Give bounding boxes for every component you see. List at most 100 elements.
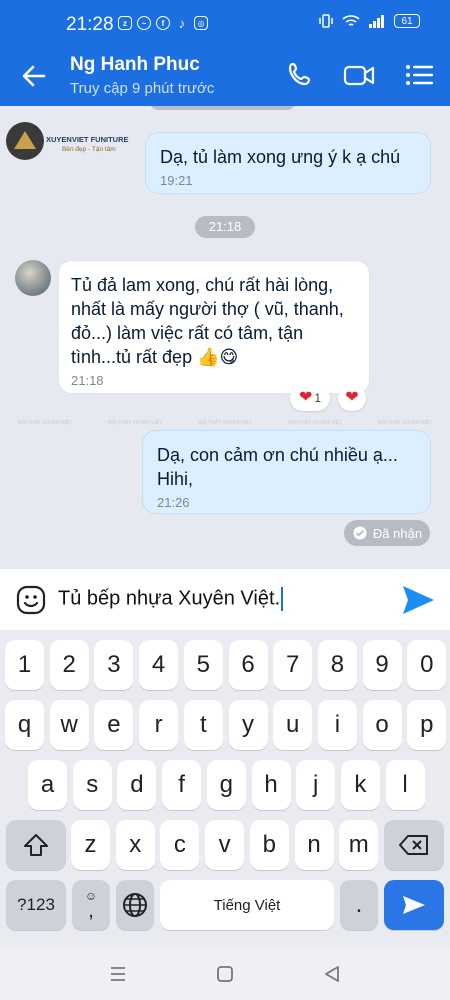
key-a[interactable]: a (28, 760, 67, 810)
key-4[interactable]: 4 (139, 640, 179, 690)
message-bubble-incoming[interactable]: Tủ đả lam xong, chú rất hài lòng, nhất l… (58, 260, 370, 394)
key-k[interactable]: k (340, 760, 380, 810)
message-bubble-outgoing[interactable]: Dạ, tủ làm xong ưng ý k ạ chú 19:21 (145, 132, 431, 194)
back-arrow-icon[interactable] (18, 60, 50, 92)
facebook-app-icon: f (156, 16, 170, 30)
battery-icon: 61 (394, 14, 420, 28)
reaction-heart-count[interactable]: ❤ 1 (290, 385, 330, 411)
messenger-app-icon: ~ (137, 16, 151, 30)
key-u[interactable]: u (273, 700, 313, 750)
key-m[interactable]: m (339, 820, 379, 870)
status-indicators: 61 (318, 14, 420, 28)
chat-messages[interactable]: XUYENVIET FUNITURE Bền đẹp - Tận tâm Dạ,… (0, 106, 450, 568)
contact-avatar[interactable] (15, 260, 51, 296)
key-q[interactable]: q (5, 700, 44, 750)
delivered-label: Đã nhận (372, 525, 423, 541)
message-bubble-outgoing[interactable]: Dạ, con cảm ơn chú nhiều ạ... Hihi, 21:2… (142, 430, 431, 514)
message-input[interactable]: Tủ bếp nhựa Xuyên Việt. (58, 587, 284, 611)
language-key[interactable] (116, 880, 154, 930)
vibrate-icon (319, 14, 333, 28)
phone-icon[interactable] (284, 60, 318, 90)
key-8[interactable]: 8 (317, 640, 357, 690)
date-separator: 21:18 (195, 216, 255, 238)
key-v[interactable]: v (205, 820, 245, 870)
key-n[interactable]: n (294, 820, 334, 870)
key-c[interactable]: c (160, 820, 200, 870)
home-icon[interactable] (215, 964, 235, 984)
globe-icon (123, 893, 147, 917)
key-w[interactable]: w (49, 700, 89, 750)
heart-icon: ❤ (345, 389, 359, 406)
previous-message-pill (150, 106, 295, 110)
menu-list-icon[interactable] (402, 60, 436, 90)
watermark-text: NỘI THẤT XUYÊN VIỆT (377, 420, 433, 426)
status-app-icons: z ~ f ♪ ◎ (118, 15, 208, 31)
key-o[interactable]: o (362, 700, 402, 750)
key-9[interactable]: 9 (362, 640, 402, 690)
key-t[interactable]: t (183, 700, 223, 750)
reaction-heart-button[interactable]: ❤ (338, 385, 366, 411)
on-screen-keyboard: 1234567890 qwertyuiop asdfghjkl zxcvbnm … (0, 630, 450, 948)
heart-icon: ❤ (298, 389, 313, 406)
key-h[interactable]: h (251, 760, 291, 810)
back-triangle-icon[interactable] (322, 964, 342, 984)
send-arrow-icon[interactable] (400, 583, 436, 617)
space-key[interactable]: Tiếng Việt (160, 880, 334, 930)
delivered-status: Đã nhận (344, 520, 430, 546)
recent-apps-icon[interactable] (108, 964, 128, 984)
key-5[interactable]: 5 (183, 640, 223, 690)
double-check-icon (353, 526, 367, 540)
zalo-app-icon: z (118, 16, 132, 30)
key-g[interactable]: g (206, 760, 246, 810)
shift-key[interactable] (6, 820, 66, 870)
chat-header: Ng Hanh Phuc Truy cập 9 phút trước (0, 44, 450, 106)
system-navigation-bar (0, 948, 450, 1000)
emoji-sticker-icon[interactable] (16, 585, 46, 615)
shift-arrow-icon (24, 834, 48, 856)
comma-key[interactable]: ☺ , (72, 880, 110, 930)
key-7[interactable]: 7 (273, 640, 313, 690)
reaction-count: 1 (314, 391, 322, 405)
backspace-key[interactable] (384, 820, 444, 870)
message-text: Dạ, con cảm ơn chú nhiều ạ... Hihi, (157, 445, 398, 489)
key-3[interactable]: 3 (94, 640, 134, 690)
keyboard-send-key[interactable] (384, 880, 444, 930)
key-d[interactable]: d (117, 760, 157, 810)
key-p[interactable]: p (407, 700, 447, 750)
watermark-text: NỘI THẤT XUYÊN VIỆT (287, 420, 343, 426)
xuyenviet-logo: XUYENVIET FUNITURE Bền đẹp - Tận tâm (6, 122, 129, 166)
symbols-key[interactable]: ?123 (6, 880, 66, 930)
contact-name[interactable]: Ng Hanh Phuc (70, 54, 200, 76)
key-6[interactable]: 6 (228, 640, 268, 690)
watermark-text: NỘI THẤT XUYÊN VIỆT (17, 420, 73, 426)
key-r[interactable]: r (139, 700, 179, 750)
logo-tagline: Bền đẹp - Tận tâm (62, 146, 116, 153)
key-l[interactable]: l (385, 760, 425, 810)
key-e[interactable]: e (94, 700, 134, 750)
key-y[interactable]: y (228, 700, 268, 750)
logo-badge (6, 122, 44, 160)
key-z[interactable]: z (71, 820, 110, 870)
wifi-icon (342, 15, 360, 26)
key-i[interactable]: i (317, 700, 357, 750)
key-j[interactable]: j (296, 760, 336, 810)
key-x[interactable]: x (115, 820, 155, 870)
key-0[interactable]: 0 (407, 640, 447, 690)
watermark-text: NỘI THẤT XUYÊN VIỆT (197, 420, 253, 426)
key-f[interactable]: f (162, 760, 202, 810)
message-time: 21:26 (157, 495, 190, 510)
backspace-icon (399, 835, 428, 855)
tiktok-app-icon: ♪ (178, 15, 186, 31)
send-arrow-icon (403, 896, 425, 914)
message-composer: Tủ bếp nhựa Xuyên Việt. (0, 568, 450, 630)
key-s[interactable]: s (72, 760, 112, 810)
video-call-icon[interactable] (342, 60, 376, 90)
message-time: 19:21 (160, 173, 193, 188)
logo-name: XUYENVIET FUNITURE (46, 135, 129, 144)
watermark-text: NỘI THẤT XUYÊN VIỆT (107, 420, 163, 426)
key-2[interactable]: 2 (49, 640, 89, 690)
period-key[interactable]: . (340, 880, 378, 930)
status-time: 21:28 (66, 14, 114, 35)
key-1[interactable]: 1 (5, 640, 44, 690)
key-b[interactable]: b (249, 820, 289, 870)
